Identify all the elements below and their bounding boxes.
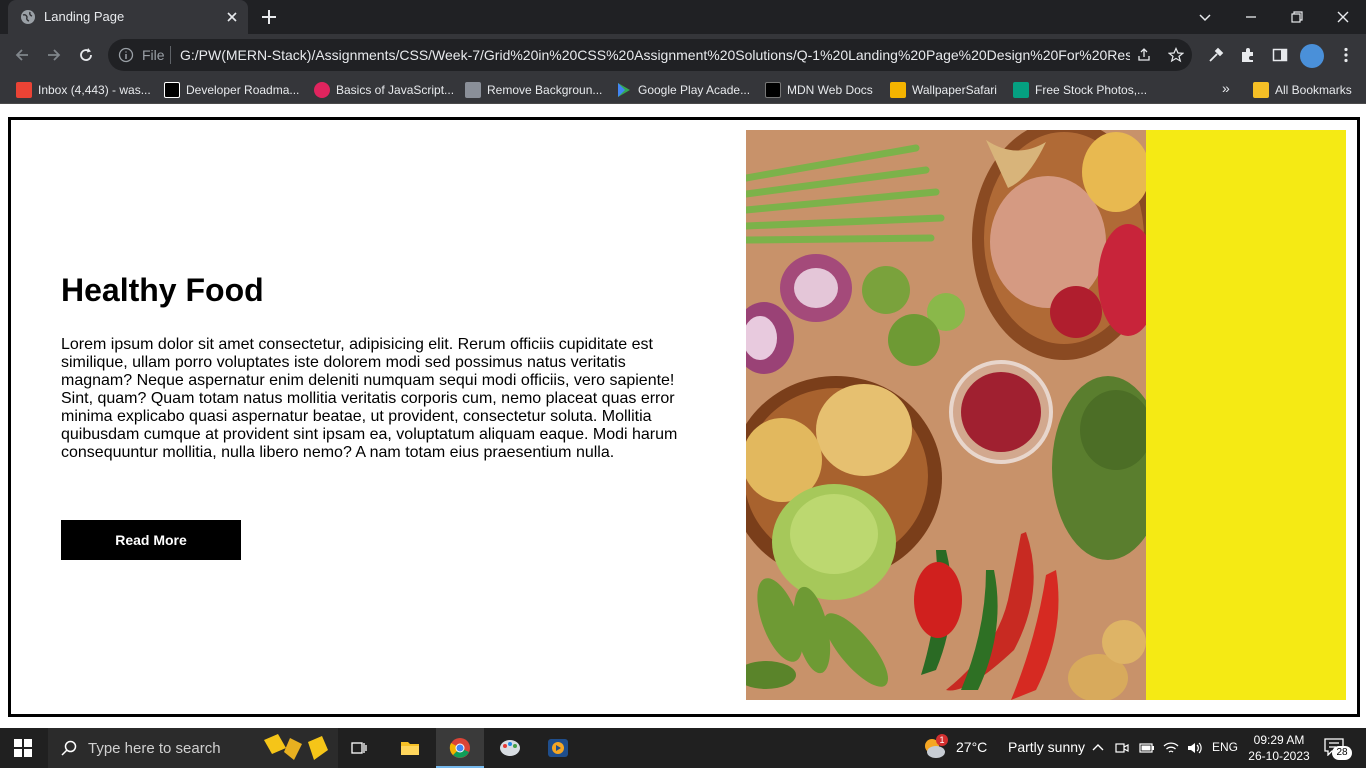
omnibox-divider (170, 46, 171, 64)
media-player-icon (548, 739, 568, 757)
clock-date: 26-10-2023 (1248, 749, 1310, 763)
tab-title: Landing Page (44, 9, 125, 24)
chrome-app[interactable] (436, 728, 484, 768)
read-more-button[interactable]: Read More (61, 520, 241, 560)
bookmark-item[interactable]: Google Play Acade... (616, 82, 750, 98)
bookmarks-bar: Inbox (4,443) - was... Developer Roadma.… (0, 76, 1366, 104)
file-explorer-app[interactable] (386, 728, 434, 768)
js-basics-icon (314, 82, 330, 98)
url-text[interactable]: G:/PW(MERN-Stack)/Assignments/CSS/Week-7… (180, 47, 1130, 63)
extensions-puzzle-icon[interactable] (1239, 46, 1257, 64)
all-bookmarks-folder[interactable]: All Bookmarks (1253, 82, 1352, 98)
restore-icon[interactable] (1288, 8, 1306, 26)
reload-icon[interactable] (77, 46, 95, 64)
side-panel-icon[interactable] (1271, 46, 1289, 64)
roadmap-icon (164, 82, 180, 98)
page-heading: Healthy Food (61, 272, 264, 308)
input-language[interactable]: ENG (1212, 740, 1238, 754)
new-tab-icon[interactable] (260, 8, 278, 26)
gmail-icon (16, 82, 32, 98)
close-tab-icon[interactable] (224, 9, 240, 25)
forward-icon[interactable] (45, 46, 63, 64)
minimize-icon[interactable] (1242, 8, 1260, 26)
back-icon[interactable] (13, 46, 31, 64)
tab-landing-page[interactable]: Landing Page (8, 0, 248, 34)
notifications-button[interactable]: 28 (1322, 736, 1352, 760)
windows-start-icon[interactable] (14, 739, 32, 757)
landing-section: Healthy Food Lorem ipsum dolor sit amet … (8, 117, 1360, 717)
notification-count-badge: 28 (1332, 746, 1352, 760)
tab-search-chevron-icon[interactable] (1196, 8, 1214, 26)
task-view-icon[interactable] (351, 740, 367, 756)
share-icon[interactable] (1136, 47, 1152, 63)
folder-icon (401, 742, 419, 755)
google-play-icon (618, 83, 630, 97)
close-window-icon[interactable] (1334, 8, 1352, 26)
weather-description[interactable]: Partly sunny (1008, 739, 1085, 755)
more-bookmarks-chevron[interactable]: » (1222, 80, 1230, 96)
taskbar-search-box[interactable]: Type here to search (48, 728, 338, 768)
intro-paragraph: Lorem ipsum dolor sit amet consectetur, … (61, 336, 678, 461)
address-bar[interactable]: File G:/PW(MERN-Stack)/Assignments/CSS/W… (108, 39, 1192, 71)
bookmark-item[interactable]: WallpaperSafari (890, 82, 997, 98)
chevron-up-icon[interactable] (1090, 740, 1106, 756)
volume-icon[interactable] (1186, 740, 1202, 756)
system-clock[interactable]: 09:29 AM 26-10-2023 (1244, 732, 1314, 764)
clock-time: 09:29 AM (1253, 733, 1305, 747)
paint-palette-icon (500, 740, 520, 756)
mdn-icon (765, 82, 781, 98)
search-placeholder: Type here to search (88, 740, 221, 757)
wifi-icon[interactable] (1163, 740, 1179, 756)
weather-temperature[interactable]: 27°C (956, 739, 987, 755)
page-viewport: Healthy Food Lorem ipsum dolor sit amet … (0, 105, 1366, 728)
media-app[interactable] (534, 728, 582, 768)
remove-bg-icon (465, 82, 481, 98)
chrome-icon (449, 738, 470, 758)
stock-photos-icon (1013, 82, 1029, 98)
windows-taskbar: Type here to search 1 27°C Partly sunny … (0, 728, 1366, 768)
paint-app[interactable] (486, 728, 534, 768)
bookmark-item[interactable]: Free Stock Photos,... (1013, 82, 1147, 98)
browser-toolbar: File G:/PW(MERN-Stack)/Assignments/CSS/W… (0, 34, 1366, 76)
profile-avatar[interactable] (1300, 44, 1324, 68)
bookmark-item[interactable]: Basics of JavaScript... (314, 82, 454, 98)
weather-badge: 1 (936, 734, 948, 746)
wallpapersafari-icon (890, 82, 906, 98)
bookmark-item[interactable]: Developer Roadma... (164, 82, 299, 98)
weather-widget[interactable]: 1 (922, 734, 948, 760)
search-icon (61, 740, 77, 756)
folder-icon (1253, 82, 1269, 98)
meet-now-icon[interactable] (1114, 740, 1130, 756)
url-scheme-label: File (142, 47, 165, 63)
eyedropper-extension-icon[interactable] (1207, 46, 1225, 64)
battery-icon[interactable] (1139, 740, 1155, 756)
kebab-menu-icon[interactable] (1337, 46, 1355, 64)
accent-panel (1146, 130, 1346, 700)
bookmark-item[interactable]: MDN Web Docs (765, 82, 873, 98)
bookmark-item[interactable]: Inbox (4,443) - was... (16, 82, 151, 98)
search-highlight-icon (264, 734, 328, 760)
vegetables-photo (746, 130, 1146, 700)
site-info-icon[interactable] (118, 47, 134, 63)
bookmark-item[interactable]: Remove Backgroun... (465, 82, 602, 98)
tab-strip: Landing Page (0, 0, 1366, 34)
globe-icon (21, 10, 35, 24)
bookmark-star-icon[interactable] (1168, 47, 1184, 63)
